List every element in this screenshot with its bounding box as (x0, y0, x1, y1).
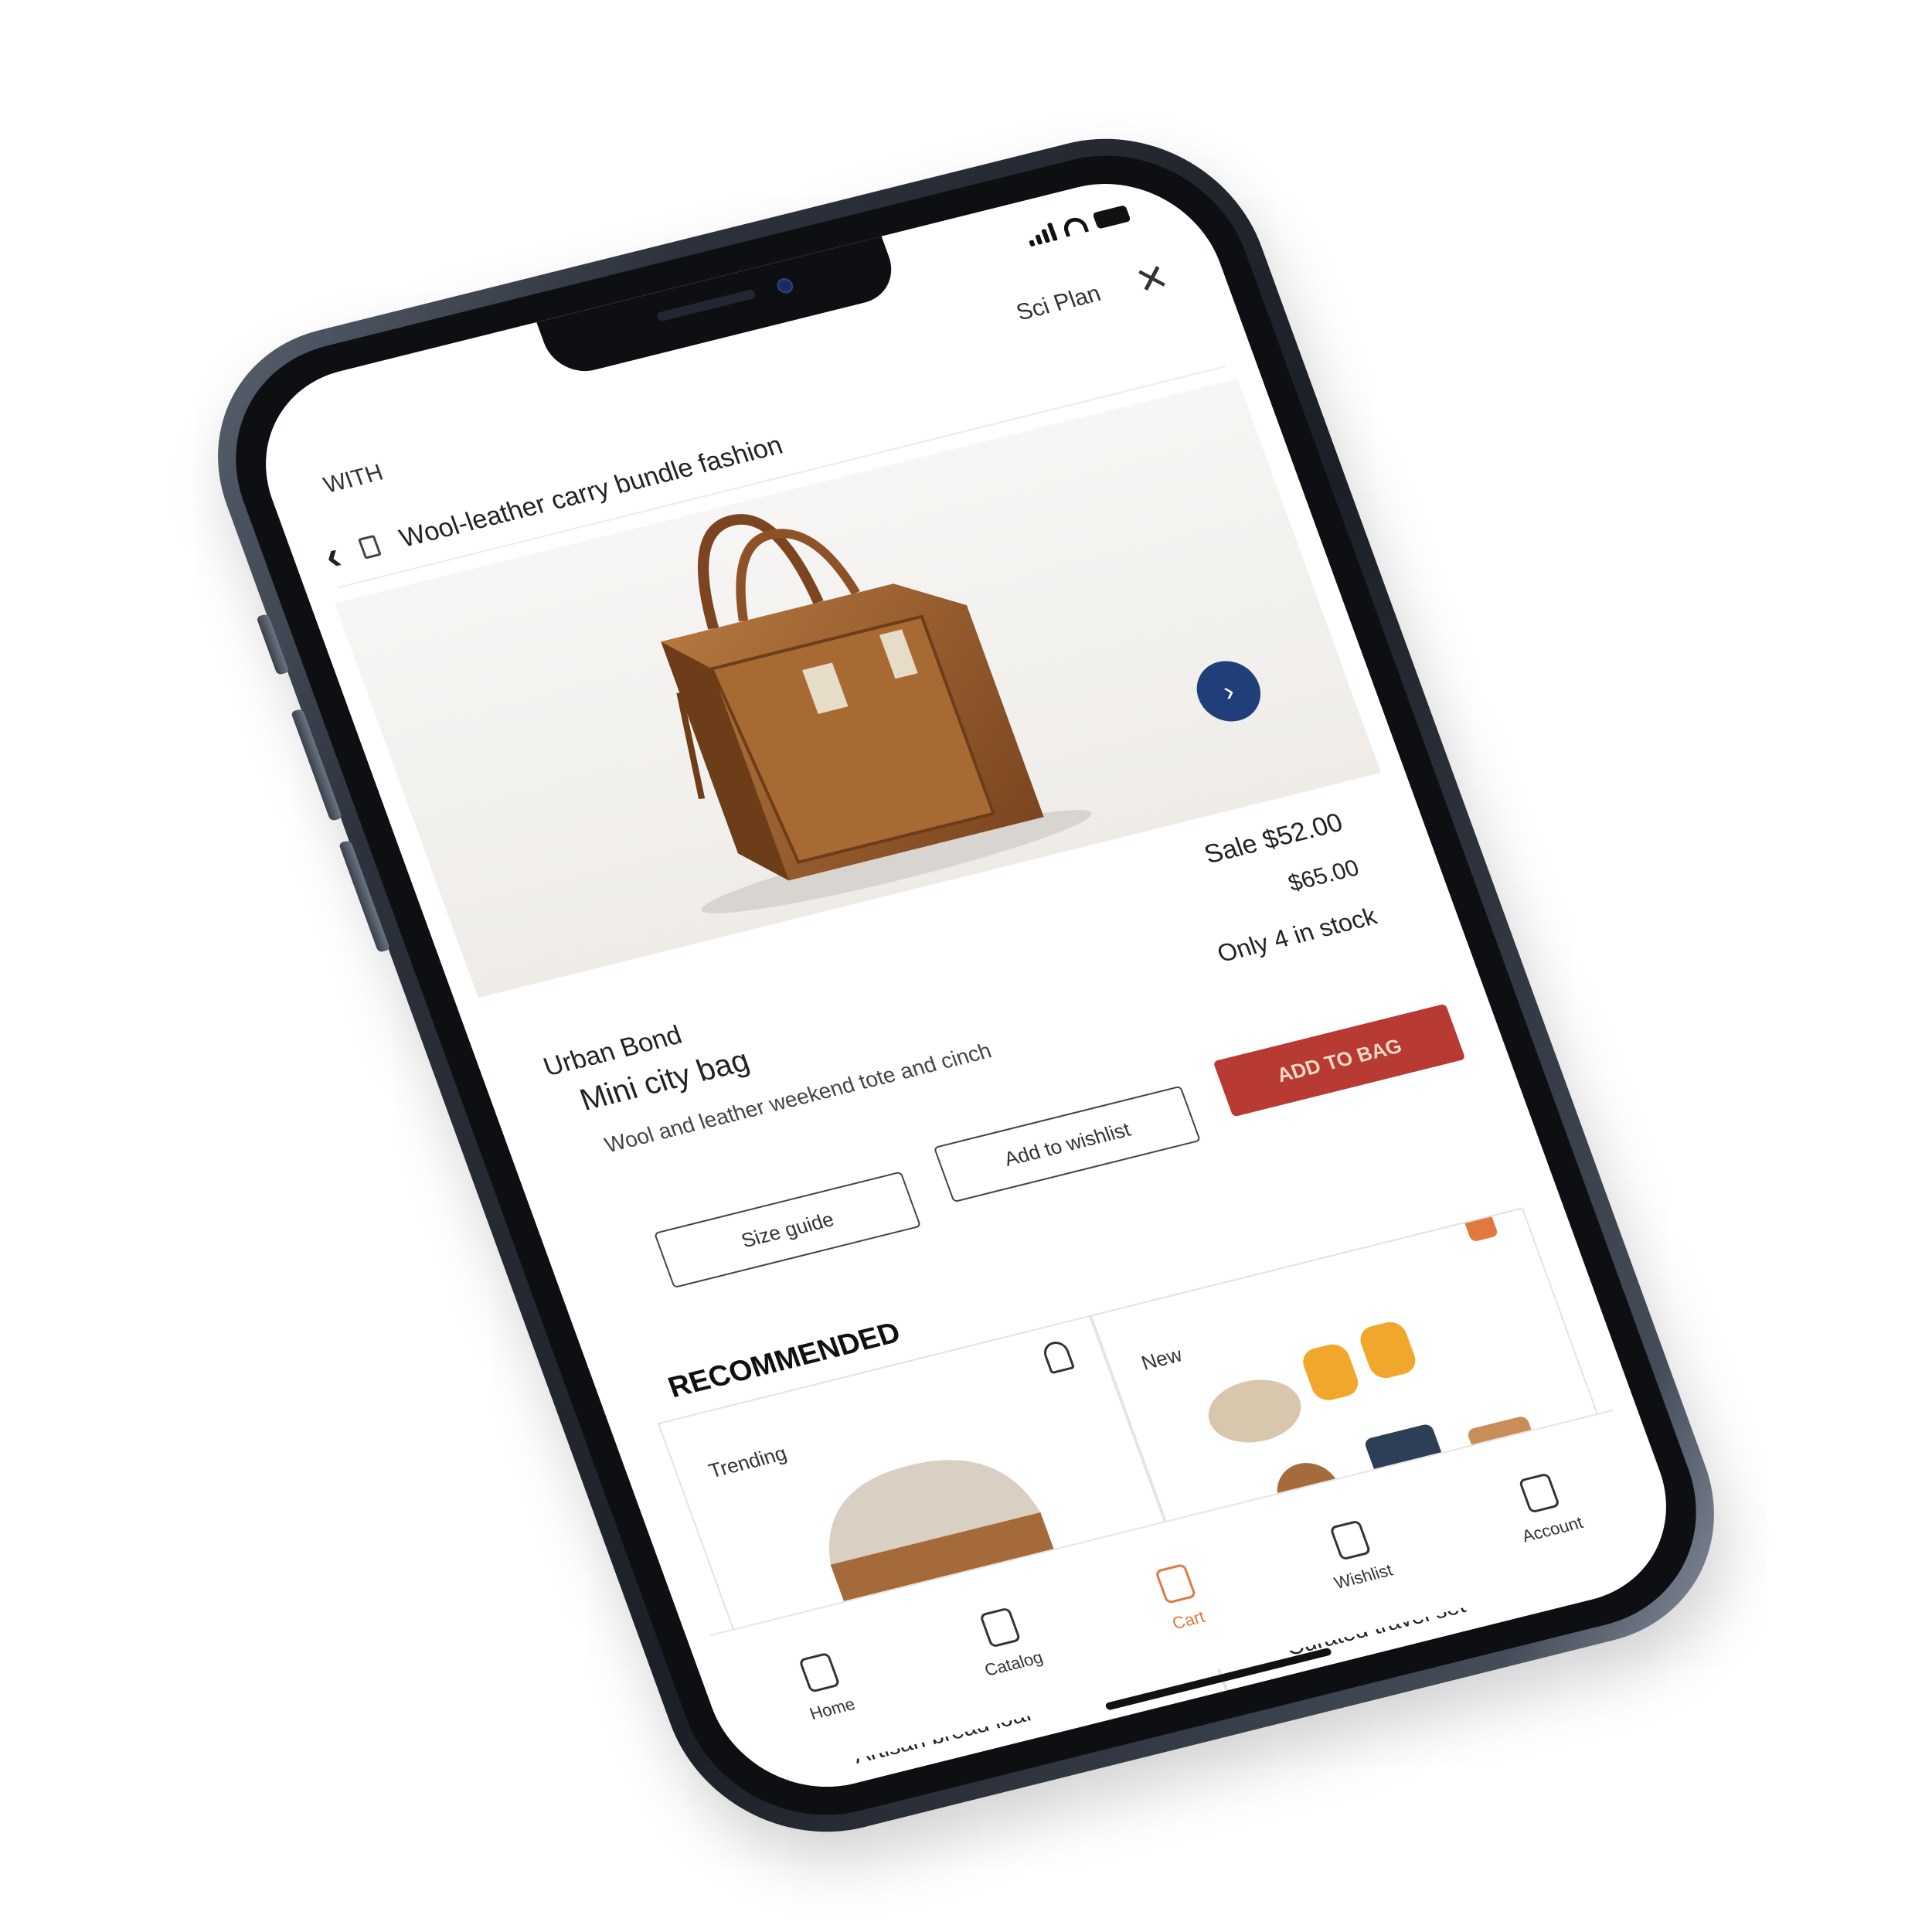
favorite-icon[interactable] (1040, 1338, 1076, 1375)
add-to-bag-button[interactable]: ADD TO BAG (1213, 1003, 1466, 1117)
price-block: Sale $52.00 $65.00 Only 4 in stock (1179, 808, 1388, 987)
wifi-icon (1060, 215, 1090, 237)
lock-icon (1462, 1209, 1499, 1243)
tab-account[interactable]: Account (1503, 1469, 1586, 1546)
bookmark-icon[interactable] (358, 534, 383, 560)
tab-label: Wishlist (1332, 1560, 1396, 1593)
stage: WITH Sci Plan ✕ ‹ Wool-leather carry bun… (0, 0, 1932, 1932)
catalog-icon (979, 1607, 1022, 1648)
phone-mockup: WITH Sci Plan ✕ ‹ Wool-leather carry bun… (175, 107, 1757, 1863)
tab-label: Account (1519, 1512, 1586, 1546)
tab-label: Home (807, 1694, 858, 1724)
tab-home[interactable]: Home (791, 1651, 859, 1724)
shirt-icon (798, 1651, 841, 1693)
account-icon (1518, 1472, 1561, 1514)
product-availability: Only 4 in stock (1213, 902, 1381, 968)
wishlist-icon (1328, 1519, 1372, 1561)
speaker-grille (655, 288, 757, 322)
signal-icon (1025, 222, 1058, 247)
battery-icon (1092, 205, 1131, 230)
size-guide-button[interactable]: Size guide (653, 1171, 922, 1289)
topbar-right-label[interactable]: Sci Plan (1013, 281, 1104, 326)
tab-cart[interactable]: Cart (1154, 1563, 1208, 1634)
tab-wishlist[interactable]: Wishlist (1315, 1516, 1395, 1594)
tab-catalog[interactable]: Catalog (966, 1604, 1046, 1681)
status-icons (1025, 204, 1131, 247)
cart-icon (1154, 1563, 1197, 1605)
close-icon[interactable]: ✕ (1131, 257, 1175, 303)
tab-label: Cart (1169, 1607, 1208, 1634)
screen: WITH Sci Plan ✕ ‹ Wool-leather carry bun… (235, 161, 1697, 1810)
add-wishlist-button[interactable]: Add to wishlist (933, 1085, 1202, 1203)
tab-label: Catalog (981, 1647, 1046, 1680)
front-camera (774, 276, 795, 295)
back-icon[interactable]: ‹ (318, 532, 347, 580)
topbar-left-label[interactable]: WITH (320, 460, 386, 499)
